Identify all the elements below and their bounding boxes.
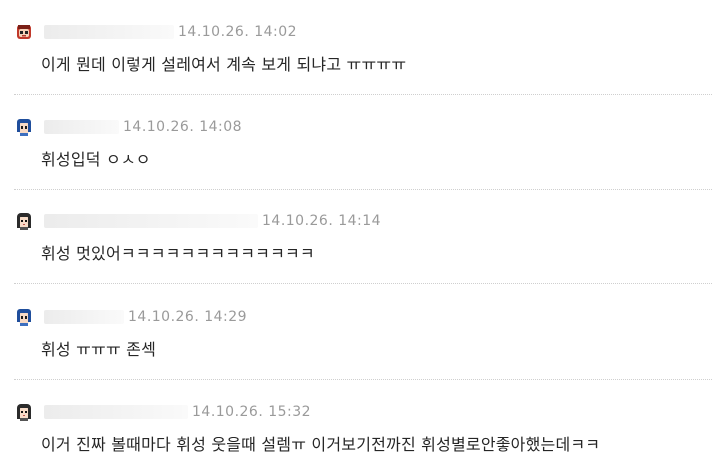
comment-text: 이게 뭔데 이렇게 설레여서 계속 보게 되냐고 ㅠㅠㅠㅠ xyxy=(41,55,407,74)
comment-meta: 14.10.26. 14:29 xyxy=(14,306,247,328)
nickname-placeholder[interactable] xyxy=(44,310,124,324)
nickname-placeholder[interactable] xyxy=(44,25,174,39)
comment-divider xyxy=(14,379,712,380)
blue-hair-character-avatar-icon[interactable] xyxy=(14,117,34,137)
comment-divider xyxy=(14,283,712,284)
nickname-placeholder[interactable] xyxy=(44,120,119,134)
comment-text: 이거 진짜 볼때마다 휘성 웃을때 설렘ㅠ 이거보기전까진 휘성별로안좋아했는데… xyxy=(41,435,601,454)
comment-divider xyxy=(14,189,712,190)
comment-meta: 14.10.26. 14:08 xyxy=(14,116,242,138)
comment-list: 14.10.26. 14:02 이게 뭔데 이렇게 설레여서 계속 보게 되냐고… xyxy=(0,0,712,470)
comment-text: 휘성 ㅠㅠㅠ 존섹 xyxy=(41,340,157,359)
comment-date: 14.10.26. 14:14 xyxy=(262,213,382,229)
nickname-placeholder[interactable] xyxy=(44,405,188,419)
comment-meta: 14.10.26. 15:32 xyxy=(14,401,311,423)
red-character-avatar-icon[interactable] xyxy=(14,22,34,42)
dark-hair-character-avatar-icon[interactable] xyxy=(14,402,34,422)
comment-date: 14.10.26. 14:29 xyxy=(128,309,248,325)
comment-date: 14.10.26. 14:08 xyxy=(123,119,243,135)
comment-date: 14.10.26. 15:32 xyxy=(192,404,312,420)
comment-divider xyxy=(14,94,712,95)
comment-date: 14.10.26. 14:02 xyxy=(178,24,298,40)
nickname-placeholder[interactable] xyxy=(44,214,258,228)
comment-meta: 14.10.26. 14:02 xyxy=(14,21,297,43)
comment-text: 휘성 멋있어ㅋㅋㅋㅋㅋㅋㅋㅋㅋㅋㅋㅋㅋ xyxy=(41,244,315,263)
dark-hair-character-avatar-icon[interactable] xyxy=(14,211,34,231)
comment-meta: 14.10.26. 14:14 xyxy=(14,210,381,232)
blue-hair-character-avatar-icon[interactable] xyxy=(14,307,34,327)
comment-text: 휘성입덕 ㅇㅅㅇ xyxy=(41,150,151,169)
